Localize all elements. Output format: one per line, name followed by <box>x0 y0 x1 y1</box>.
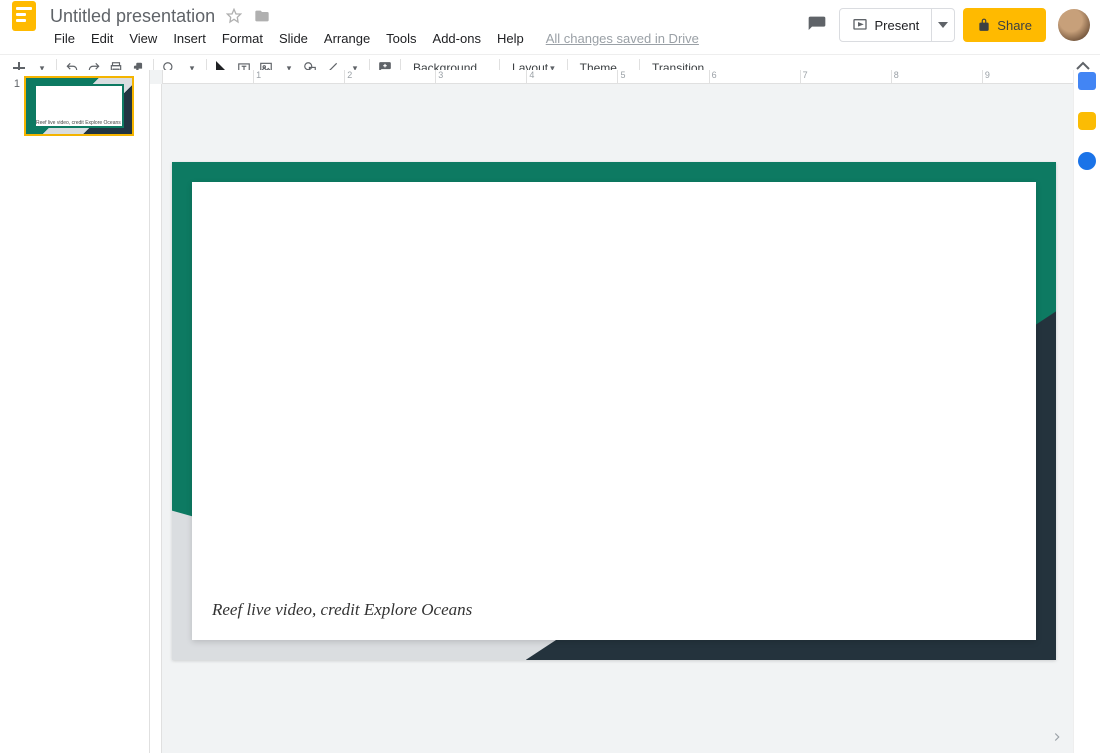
filmstrip[interactable]: 1 Reef live video, credit Explore Oceans <box>0 70 150 753</box>
doc-title[interactable]: Untitled presentation <box>50 6 215 27</box>
slide-canvas[interactable]: Reef live video, credit Explore Oceans <box>172 162 1056 660</box>
thumbnail-caption: Reef live video, credit Explore Oceans <box>36 120 121 126</box>
menu-addons[interactable]: Add-ons <box>425 27 489 50</box>
explore-button[interactable] <box>1047 727 1067 747</box>
side-panel-rail <box>1073 70 1100 753</box>
vertical-ruler[interactable] <box>150 84 162 753</box>
comments-button[interactable] <box>803 11 831 39</box>
save-status[interactable]: All changes saved in Drive <box>538 27 707 50</box>
horizontal-ruler[interactable]: 123456789 <box>162 70 1073 84</box>
slide-number: 1 <box>6 76 20 90</box>
star-icon[interactable] <box>225 7 243 25</box>
menu-slide[interactable]: Slide <box>271 27 316 50</box>
slides-app-logo[interactable] <box>12 1 36 31</box>
present-options-dropdown[interactable] <box>931 9 954 41</box>
menu-format[interactable]: Format <box>214 27 271 50</box>
tasks-icon[interactable] <box>1078 152 1096 170</box>
keep-icon[interactable] <box>1078 112 1096 130</box>
menu-help[interactable]: Help <box>489 27 532 50</box>
slide-thumbnail-1[interactable]: 1 Reef live video, credit Explore Oceans <box>0 74 149 138</box>
account-avatar[interactable] <box>1058 9 1090 41</box>
menu-tools[interactable]: Tools <box>378 27 424 50</box>
share-button[interactable]: Share <box>963 8 1046 42</box>
present-label: Present <box>874 18 919 33</box>
slide-content-box[interactable]: Reef live video, credit Explore Oceans <box>192 182 1036 640</box>
menu-file[interactable]: File <box>46 27 83 50</box>
present-button[interactable]: Present <box>840 9 931 41</box>
slide-canvas-area[interactable]: 123456789 Reef live video, credit Explor… <box>150 70 1073 753</box>
menu-view[interactable]: View <box>121 27 165 50</box>
menu-arrange[interactable]: Arrange <box>316 27 378 50</box>
move-folder-icon[interactable] <box>253 7 271 25</box>
share-label: Share <box>997 18 1032 33</box>
slide-caption-text[interactable]: Reef live video, credit Explore Oceans <box>212 600 472 620</box>
menu-edit[interactable]: Edit <box>83 27 121 50</box>
calendar-icon[interactable] <box>1078 72 1096 90</box>
menu-insert[interactable]: Insert <box>165 27 214 50</box>
